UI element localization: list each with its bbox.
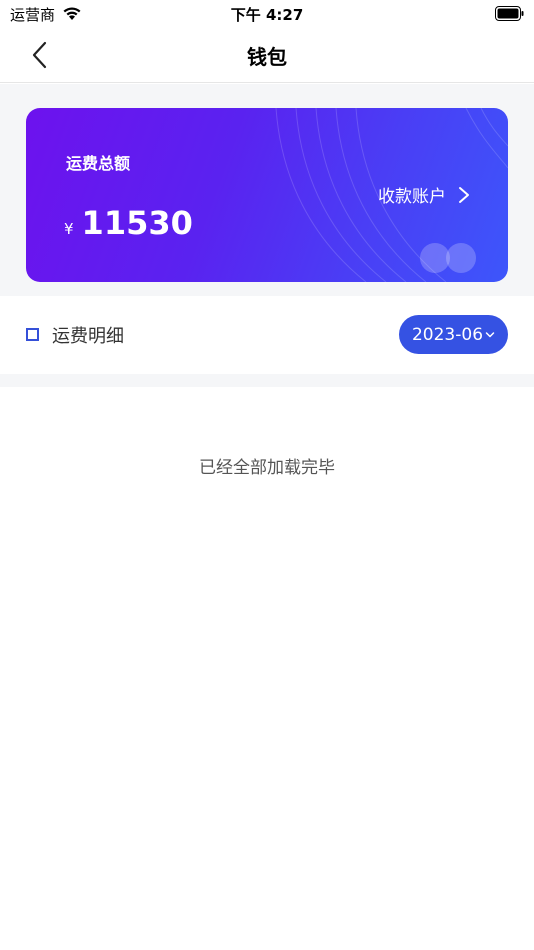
amount-value: 11530 [81,204,193,242]
battery-icon [495,6,524,21]
chevron-right-icon [459,186,469,203]
section-divider [0,374,534,387]
payment-account-link[interactable]: 收款账户 [378,182,470,207]
month-picker-button[interactable]: 2023-06 [399,315,508,354]
payment-account-label: 收款账户 [378,187,446,207]
freight-detail-label: 运费明细 [52,326,124,347]
card-logo-icon [420,243,476,273]
currency-symbol: ¥ [64,220,74,238]
chevron-down-icon [485,331,495,337]
status-bar: 运营商 下午 4:27 [0,0,534,28]
card-section: 运费总额 ¥ 11530 收款账户 [0,84,534,296]
list-end-message: 已经全部加载完毕 [199,458,335,478]
month-value: 2023-06 [411,324,484,345]
nav-bar: 钱包 [0,28,534,83]
page-title: 钱包 [247,45,287,69]
freight-detail-header: 运费明细 2023-06 [0,296,534,374]
detail-marker-icon [26,328,39,341]
total-freight-amount: ¥ 11530 [64,204,193,242]
wallet-card: 运费总额 ¥ 11530 收款账户 [26,108,508,282]
total-freight-label: 运费总额 [66,154,131,173]
clock: 下午 4:27 [230,6,304,24]
